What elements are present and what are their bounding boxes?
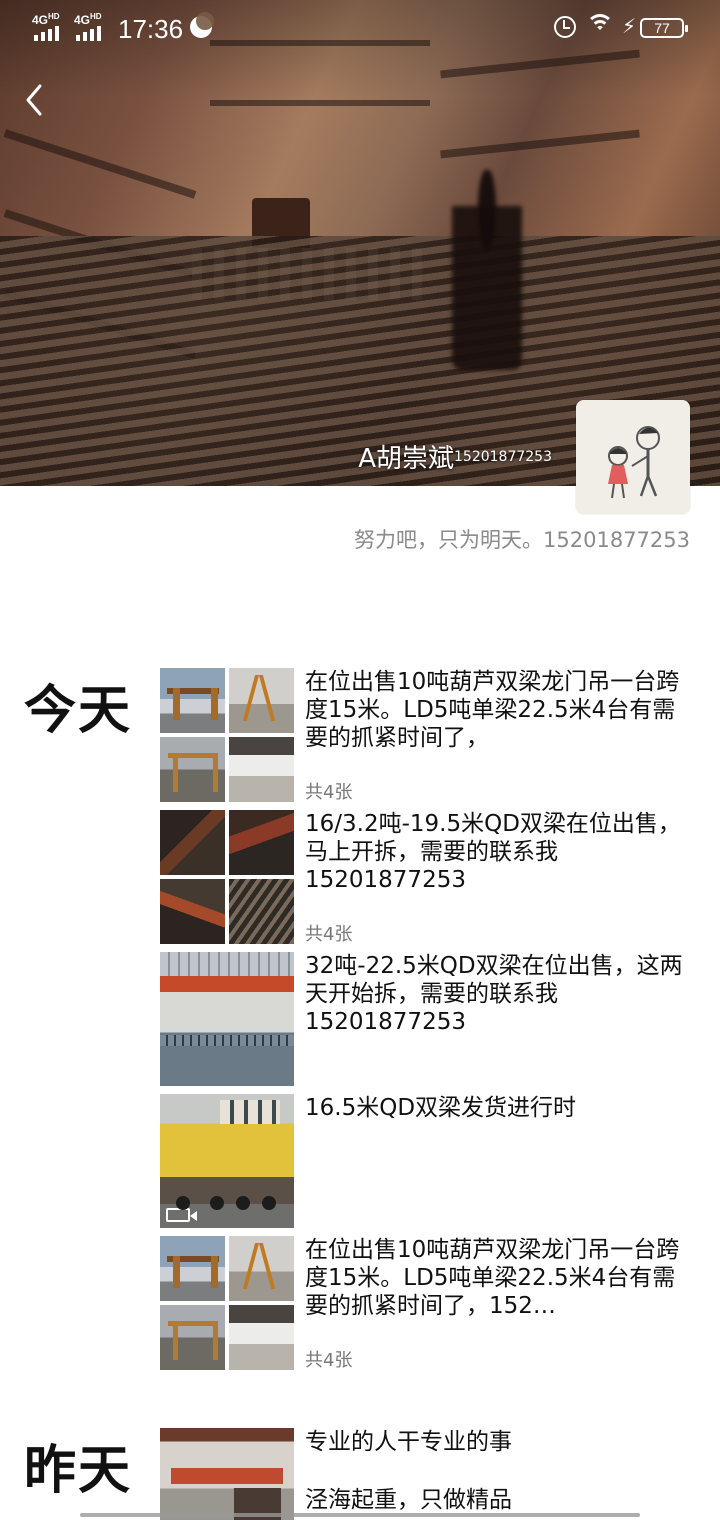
photo-thumbnail	[160, 810, 225, 875]
day-label-today: 今天	[24, 681, 133, 741]
photo-thumbnail	[160, 1305, 225, 1370]
profile-name: A胡崇斌15201877253	[358, 438, 552, 475]
photo-single	[160, 1428, 294, 1520]
photo-thumbnail	[229, 879, 294, 944]
status-bar: 4GHD 4GHD 17:36 ⚡ 77	[0, 0, 720, 58]
feed-post[interactable]: 32吨-22.5米QD双梁在位出售，这两天开始拆，需要的联系我152018772…	[160, 952, 700, 1086]
signal-icon	[34, 26, 59, 41]
post-text: 16/3.2吨-19.5米QD双梁在位出售，马上开拆，需要的联系我1520187…	[305, 811, 681, 893]
photo-thumbnail	[160, 1428, 294, 1520]
photo-thumbnail	[160, 1236, 225, 1301]
feed-post[interactable]: 在位出售10吨葫芦双梁龙门吊一台跨度15米。LD5吨单梁22.5米4台有需要的抓…	[160, 668, 700, 803]
photo-count: 共4张	[305, 782, 353, 803]
chevron-left-icon	[26, 84, 42, 116]
photo-single	[160, 952, 294, 1086]
clock: 17:36	[118, 14, 184, 44]
post-text: 16.5米QD双梁发货进行时	[305, 1095, 577, 1121]
network-label: 4GHD	[32, 12, 60, 27]
feed-post[interactable]: 专业的人干专业的事 泾海起重，只做精品	[160, 1428, 700, 1520]
feed-post[interactable]: 16.5米QD双梁发货进行时	[160, 1094, 700, 1228]
photo-thumbnail	[160, 737, 225, 802]
photo-thumbnail	[229, 1236, 294, 1301]
wifi-icon	[586, 12, 614, 40]
photo-thumbnail	[229, 737, 294, 802]
post-text: 在位出售10吨葫芦双梁龙门吊一台跨度15米。LD5吨单梁22.5米4台有需要的抓…	[305, 669, 680, 751]
photo-thumbnail	[229, 1305, 294, 1370]
home-indicator	[80, 1513, 640, 1517]
photo-count: 共4张	[305, 924, 353, 945]
photo-thumbnail	[160, 1094, 294, 1228]
post-text: 在位出售10吨葫芦双梁龙门吊一台跨度15米。LD5吨单梁22.5米4台有需要的抓…	[305, 1237, 680, 1319]
profile-name-number: 15201877253	[454, 449, 552, 465]
alarm-icon	[554, 16, 576, 38]
photo-thumbnail	[160, 879, 225, 944]
photo-thumbnail	[160, 668, 225, 733]
photo-grid	[160, 810, 294, 944]
avatar[interactable]	[576, 400, 690, 514]
signal-icon-2	[76, 26, 101, 41]
feed-post[interactable]: 在位出售10吨葫芦双梁龙门吊一台跨度15米。LD5吨单梁22.5米4台有需要的抓…	[160, 1236, 700, 1371]
post-text-line: 泾海起重，只做精品	[305, 1487, 512, 1513]
photo-grid	[160, 1236, 294, 1370]
photo-thumbnail	[160, 952, 294, 1086]
photo-thumbnail	[229, 810, 294, 875]
profile-signature: 努力吧，只为明天。15201877253	[354, 528, 690, 552]
charging-icon: ⚡	[622, 14, 637, 38]
network-label-2: 4GHD	[74, 12, 102, 27]
video-thumbnail	[160, 1094, 294, 1228]
day-label-yesterday: 昨天	[24, 1441, 133, 1501]
post-text: 32吨-22.5米QD双梁在位出售，这两天开始拆，需要的联系我152018772…	[305, 953, 683, 1035]
photo-grid	[160, 668, 294, 802]
moon-icon	[190, 12, 214, 38]
photo-count: 共4张	[305, 1350, 353, 1371]
back-button[interactable]	[20, 80, 52, 120]
battery-icon: 77	[640, 18, 688, 38]
profile-name-text: A胡崇斌	[358, 444, 455, 474]
post-text-line: 专业的人干专业的事	[305, 1429, 512, 1455]
photo-thumbnail	[229, 668, 294, 733]
feed-post[interactable]: 16/3.2吨-19.5米QD双梁在位出售，马上开拆，需要的联系我1520187…	[160, 810, 700, 945]
post-text: 专业的人干专业的事 泾海起重，只做精品	[305, 1428, 695, 1514]
video-icon	[166, 1208, 197, 1222]
